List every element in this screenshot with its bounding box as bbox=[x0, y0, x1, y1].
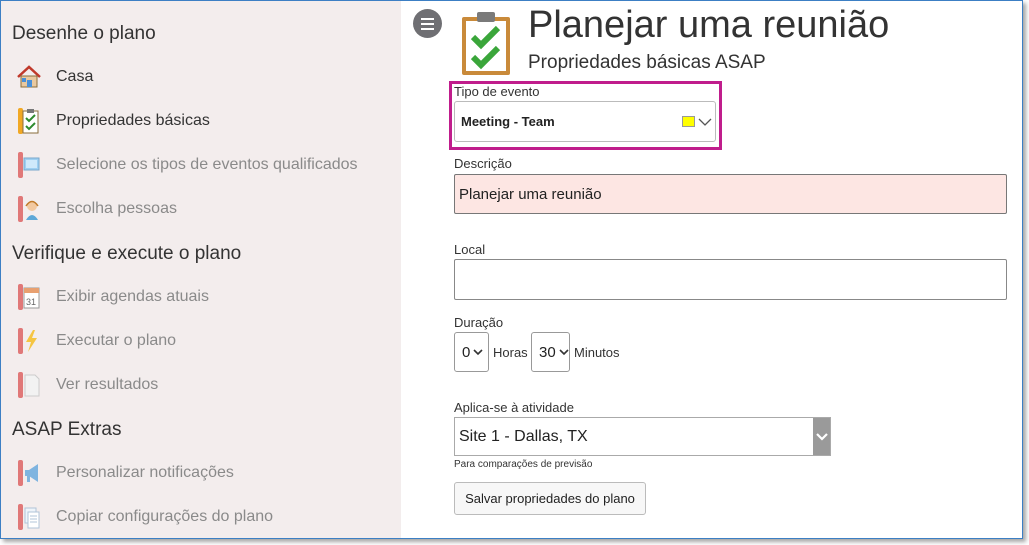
page-title: Planejar uma reunião bbox=[528, 4, 890, 46]
sidebar-item-propriedades-basicas[interactable]: Propriedades básicas bbox=[15, 105, 395, 137]
chevron-down-icon bbox=[698, 118, 712, 126]
save-button[interactable]: Salvar propriedades do plano bbox=[454, 482, 646, 515]
chevron-down-icon bbox=[473, 349, 483, 356]
calendar-icon: 31 bbox=[15, 283, 43, 311]
sidebar: Desenhe o plano Casa Propriedades básica… bbox=[1, 1, 401, 538]
sidebar-item-label: Propriedades básicas bbox=[56, 112, 210, 129]
person-headset-icon bbox=[15, 195, 43, 223]
sidebar-item-label: Casa bbox=[56, 68, 94, 85]
copy-document-icon bbox=[15, 503, 43, 531]
monitor-icon bbox=[15, 151, 43, 179]
section-title-verify: Verifique e execute o plano bbox=[12, 243, 242, 264]
svg-text:31: 31 bbox=[26, 297, 36, 307]
hamburger-menu-icon[interactable] bbox=[413, 9, 442, 38]
main-panel: Planejar uma reunião Propriedades básica… bbox=[402, 1, 1022, 538]
sidebar-item-executar[interactable]: Executar o plano bbox=[15, 325, 395, 357]
minutes-value: 30 bbox=[539, 343, 556, 361]
chevron-down-icon[interactable] bbox=[813, 418, 830, 455]
event-type-label: Tipo de evento bbox=[454, 84, 540, 99]
activity-hint: Para comparações de previsão bbox=[454, 459, 593, 470]
sidebar-item-copiar[interactable]: Copiar configurações do plano bbox=[15, 501, 395, 533]
sidebar-item-label: Escolha pessoas bbox=[56, 200, 177, 217]
description-label: Descrição bbox=[454, 156, 512, 171]
sidebar-item-casa[interactable]: Casa bbox=[15, 61, 395, 93]
sidebar-item-label: Copiar configurações do plano bbox=[56, 508, 274, 525]
lightning-icon bbox=[15, 327, 43, 355]
minutes-select[interactable]: 30 bbox=[531, 332, 570, 372]
activity-label: Aplica-se à atividade bbox=[454, 400, 574, 415]
page-subtitle: Propriedades básicas ASAP bbox=[528, 52, 766, 73]
section-title-design: Desenhe o plano bbox=[12, 23, 156, 44]
sidebar-item-label: Executar o plano bbox=[56, 332, 177, 349]
section-title-extras: ASAP Extras bbox=[12, 419, 122, 440]
activity-select[interactable]: Site 1 - Dallas, TX bbox=[454, 417, 831, 456]
house-icon bbox=[15, 63, 43, 91]
clipboard-check-icon bbox=[460, 11, 512, 77]
sidebar-item-resultados[interactable]: Ver resultados bbox=[15, 369, 395, 401]
sidebar-item-label: Exibir agendas atuais bbox=[56, 288, 209, 305]
description-input[interactable]: Planejar uma reunião bbox=[454, 174, 1007, 214]
location-label: Local bbox=[454, 242, 486, 257]
hours-value: 0 bbox=[462, 343, 471, 361]
sidebar-item-notificacoes[interactable]: Personalizar notificações bbox=[15, 457, 395, 489]
description-value: Planejar uma reunião bbox=[459, 185, 602, 203]
location-input[interactable] bbox=[454, 259, 1007, 300]
event-type-value: Meeting - Team bbox=[461, 114, 555, 129]
duration-label: Duração bbox=[454, 315, 504, 330]
sidebar-item-escolha-pessoas[interactable]: Escolha pessoas bbox=[15, 193, 395, 225]
document-icon bbox=[15, 371, 43, 399]
hours-select[interactable]: 0 bbox=[454, 332, 489, 372]
event-color-swatch bbox=[682, 116, 695, 127]
app-window: Desenhe o plano Casa Propriedades básica… bbox=[0, 0, 1023, 539]
event-type-select[interactable]: Meeting - Team bbox=[454, 101, 716, 142]
sidebar-item-label: Personalizar notificações bbox=[56, 464, 234, 481]
megaphone-icon bbox=[15, 459, 43, 487]
minutes-label: Minutos bbox=[574, 345, 620, 360]
activity-value: Site 1 - Dallas, TX bbox=[459, 427, 588, 445]
sidebar-item-agendas[interactable]: 31 Exibir agendas atuais bbox=[15, 281, 395, 313]
sidebar-item-label: Selecione os tipos de eventos qualificad… bbox=[56, 156, 358, 173]
clipboard-check-icon bbox=[15, 107, 43, 135]
chevron-down-icon bbox=[559, 349, 569, 356]
sidebar-item-label: Ver resultados bbox=[56, 376, 159, 393]
sidebar-item-tipos-eventos[interactable]: Selecione os tipos de eventos qualificad… bbox=[15, 149, 395, 181]
hours-label: Horas bbox=[493, 345, 528, 360]
